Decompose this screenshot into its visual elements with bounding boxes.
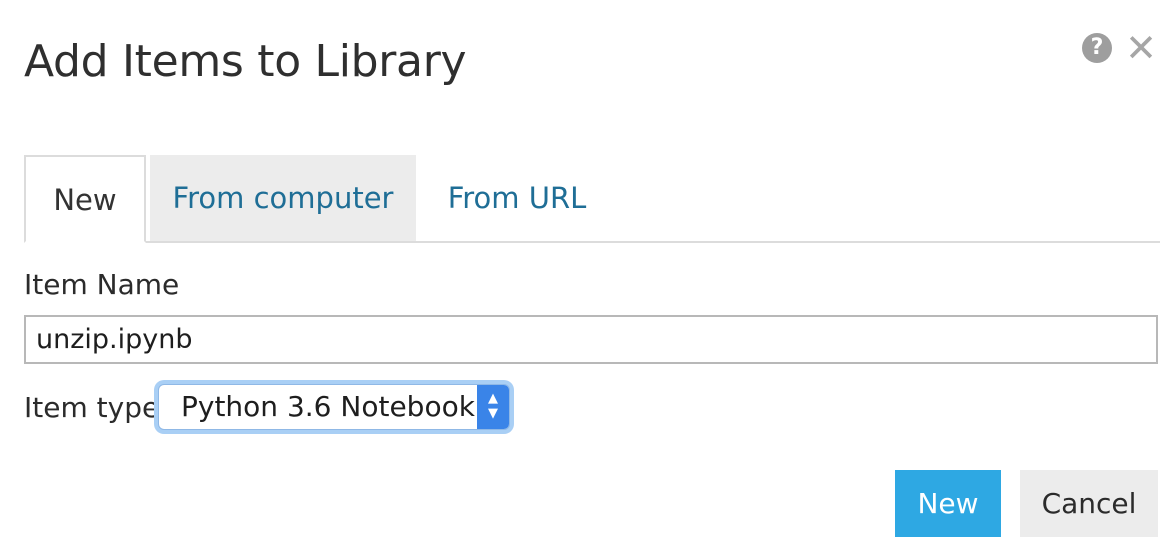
item-type-selected-value: Python 3.6 Notebook	[181, 390, 475, 423]
help-icon[interactable]: ?	[1082, 33, 1112, 63]
chevron-down-icon: ▼	[488, 406, 498, 421]
dialog-title: Add Items to Library	[24, 36, 467, 87]
tab-bar: New From computer From URL	[24, 155, 1160, 243]
new-button[interactable]: New	[895, 470, 1001, 537]
tab-from-computer[interactable]: From computer	[150, 155, 416, 241]
item-type-label: Item type	[24, 391, 160, 424]
item-type-select-box[interactable]: Python 3.6 Notebook ▲ ▼	[158, 384, 510, 430]
tab-new[interactable]: New	[24, 155, 146, 243]
add-items-dialog: Add Items to Library ? ✕ New From comput…	[0, 0, 1176, 556]
item-type-select[interactable]: Python 3.6 Notebook ▲ ▼	[154, 380, 514, 434]
cancel-button[interactable]: Cancel	[1020, 470, 1158, 537]
tab-from-url[interactable]: From URL	[434, 155, 600, 241]
item-name-label: Item Name	[24, 268, 180, 301]
select-stepper-icon[interactable]: ▲ ▼	[477, 385, 509, 429]
item-name-input[interactable]	[24, 315, 1158, 364]
close-icon[interactable]: ✕	[1124, 28, 1158, 68]
chevron-up-icon: ▲	[488, 391, 498, 406]
